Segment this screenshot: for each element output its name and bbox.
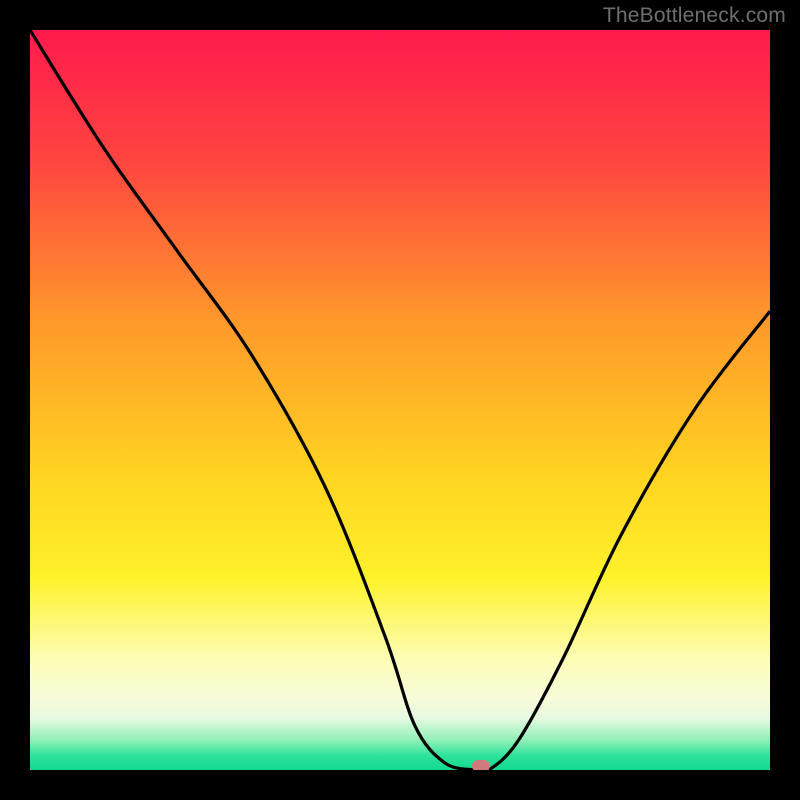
optimal-marker [472,760,490,770]
curve-path [30,30,770,770]
bottleneck-curve [30,30,770,770]
chart-frame: TheBottleneck.com [0,0,800,800]
watermark-text: TheBottleneck.com [603,4,786,28]
plot-area [30,30,770,770]
